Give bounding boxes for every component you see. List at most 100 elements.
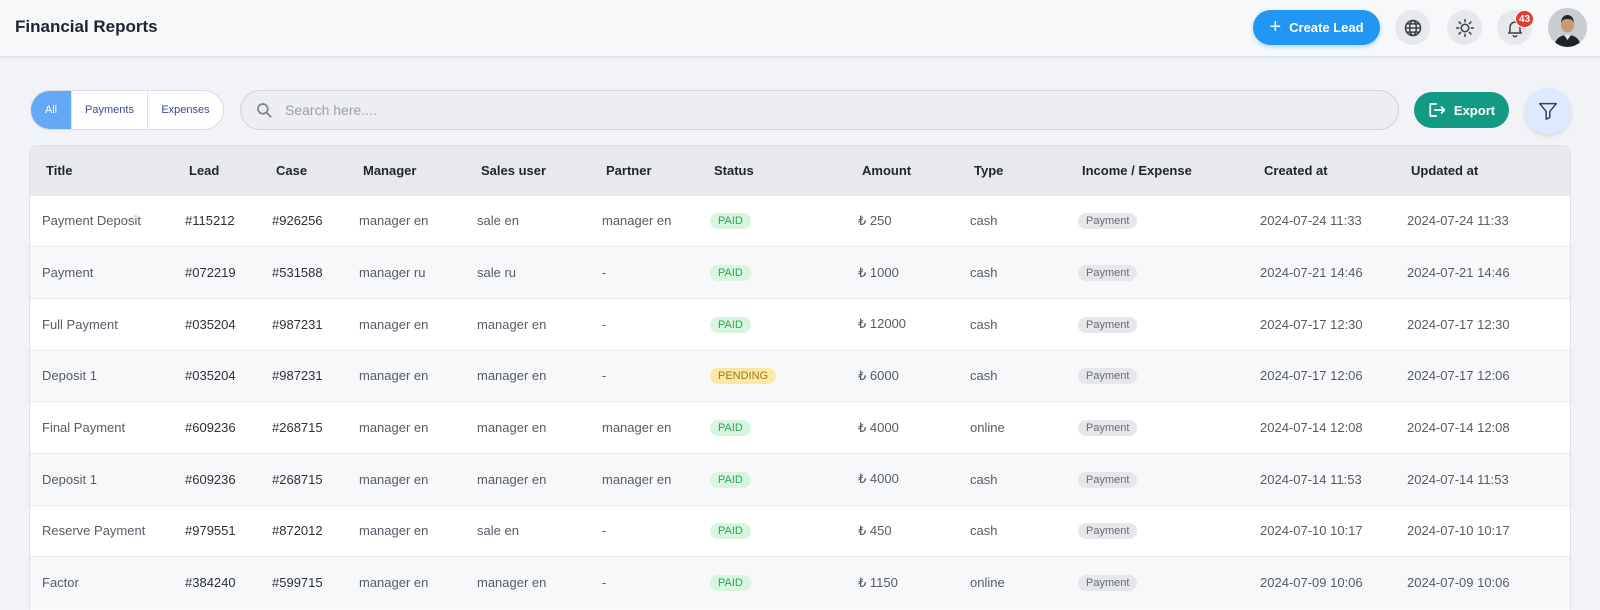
table-row[interactable]: Payment #072219 #531588 manager ru sale ru - P… bbox=[30, 246, 1570, 299]
cell-partner: - bbox=[590, 246, 698, 299]
segment-all[interactable]: All bbox=[31, 91, 71, 129]
language-button[interactable] bbox=[1395, 10, 1430, 45]
cell-created-at: 2024-07-10 10:17 bbox=[1248, 504, 1395, 557]
user-avatar[interactable] bbox=[1548, 8, 1587, 47]
cell-updated-at: 2024-07-24 11:33 bbox=[1395, 194, 1570, 247]
table-row[interactable]: Full Payment #035204 #987231 manager en mana… bbox=[30, 297, 1570, 351]
table-cell: Payment bbox=[1066, 246, 1248, 299]
table-row[interactable]: Final Payment #609236 #268715 manager en man… bbox=[30, 401, 1570, 454]
page-title: Financial Reports bbox=[15, 17, 158, 36]
cell-title: Payment bbox=[30, 246, 173, 299]
cell-updated-at: 2024-07-14 12:08 bbox=[1395, 401, 1570, 454]
table-cell: PENDING bbox=[698, 349, 846, 402]
column-header-amount[interactable]: Amount bbox=[846, 146, 958, 195]
cell-amount: ₺ 6000 bbox=[846, 349, 958, 402]
table-cell: PAID bbox=[698, 401, 846, 454]
theme-toggle-button[interactable] bbox=[1447, 10, 1482, 45]
cell-case: #926256 bbox=[260, 194, 347, 247]
table-cell: Payment bbox=[1066, 452, 1248, 506]
table-row[interactable]: Deposit 1 #609236 #268715 manager en manager… bbox=[30, 452, 1570, 506]
cell-sales-user: manager en bbox=[465, 452, 590, 506]
column-header-created-at[interactable]: Created at bbox=[1248, 146, 1395, 195]
cell-lead: #609236 bbox=[173, 401, 260, 454]
create-lead-button[interactable]: + Create Lead bbox=[1253, 10, 1380, 45]
cell-updated-at: 2024-07-17 12:30 bbox=[1395, 297, 1570, 351]
status-badge: PAID bbox=[710, 213, 751, 230]
cell-amount: ₺ 4000 bbox=[846, 452, 958, 506]
cell-title: Deposit 1 bbox=[30, 452, 173, 506]
cell-sales-user: manager en bbox=[465, 556, 590, 609]
cell-amount: ₺ 450 bbox=[846, 504, 958, 557]
column-header-case[interactable]: Case bbox=[260, 146, 347, 195]
income-expense-badge: Payment bbox=[1078, 265, 1138, 282]
table-cell: PAID bbox=[698, 504, 846, 557]
export-button[interactable]: Export bbox=[1414, 92, 1509, 128]
table-row[interactable]: Deposit 1 #035204 #987231 manager en manager… bbox=[30, 349, 1570, 402]
table-cell: PAID bbox=[698, 246, 846, 299]
cell-sales-user: sale en bbox=[465, 194, 590, 247]
cell-created-at: 2024-07-14 12:08 bbox=[1248, 401, 1395, 454]
column-header-manager[interactable]: Manager bbox=[347, 146, 465, 195]
cell-amount: ₺ 4000 bbox=[846, 401, 958, 454]
cell-lead: #072219 bbox=[173, 246, 260, 299]
table-cell: Payment bbox=[1066, 297, 1248, 351]
cell-lead: #115212 bbox=[173, 194, 260, 247]
cell-partner: - bbox=[590, 297, 698, 351]
cell-lead: #979551 bbox=[173, 504, 260, 557]
column-header-sales-user[interactable]: Sales user bbox=[465, 146, 590, 195]
column-header-status[interactable]: Status bbox=[698, 146, 846, 195]
table-row[interactable]: Factor #384240 #599715 manager en manager en… bbox=[30, 556, 1570, 609]
cell-created-at: 2024-07-17 12:30 bbox=[1248, 297, 1395, 351]
cell-lead: #609236 bbox=[173, 452, 260, 506]
create-lead-label: Create Lead bbox=[1289, 20, 1364, 35]
income-expense-badge: Payment bbox=[1078, 471, 1138, 488]
cell-created-at: 2024-07-21 14:46 bbox=[1248, 246, 1395, 299]
cell-updated-at: 2024-07-09 10:06 bbox=[1395, 556, 1570, 609]
cell-type: online bbox=[958, 556, 1066, 609]
plus-icon: + bbox=[1269, 15, 1282, 38]
column-header-lead[interactable]: Lead bbox=[173, 146, 260, 195]
column-header-income-expense[interactable]: Income / Expense bbox=[1066, 146, 1248, 195]
cell-amount: ₺ 12000 bbox=[846, 297, 958, 351]
globe-icon bbox=[1404, 19, 1421, 36]
cell-manager: manager en bbox=[347, 297, 465, 351]
cell-partner: manager en bbox=[590, 452, 698, 506]
cell-manager: manager en bbox=[347, 452, 465, 506]
search-box bbox=[240, 90, 1399, 130]
column-header-title[interactable]: Title bbox=[30, 146, 173, 195]
segment-payments[interactable]: Payments bbox=[71, 91, 147, 129]
export-icon bbox=[1429, 103, 1446, 117]
income-expense-badge: Payment bbox=[1078, 368, 1138, 385]
table-cell: Payment bbox=[1066, 349, 1248, 402]
table-cell: PAID bbox=[698, 194, 846, 247]
cell-type: cash bbox=[958, 349, 1066, 402]
income-expense-badge: Payment bbox=[1078, 213, 1138, 230]
table-row[interactable]: Reserve Payment #979551 #872012 manager en s… bbox=[30, 504, 1570, 557]
filter-button[interactable] bbox=[1525, 88, 1571, 134]
cell-case: #872012 bbox=[260, 504, 347, 557]
cell-manager: manager en bbox=[347, 504, 465, 557]
status-badge: PAID bbox=[710, 420, 751, 437]
search-input[interactable] bbox=[285, 102, 1285, 118]
cell-type: cash bbox=[958, 504, 1066, 557]
segment-expenses[interactable]: Expenses bbox=[147, 91, 223, 129]
column-header-updated-at[interactable]: Updated at bbox=[1395, 146, 1570, 195]
cell-amount: ₺ 1150 bbox=[846, 556, 958, 609]
column-header-partner[interactable]: Partner bbox=[590, 146, 698, 195]
cell-case: #268715 bbox=[260, 401, 347, 454]
income-expense-badge: Payment bbox=[1078, 575, 1138, 592]
column-header-type[interactable]: Type bbox=[958, 146, 1066, 195]
cell-partner: - bbox=[590, 349, 698, 402]
cell-title: Reserve Payment bbox=[30, 504, 173, 557]
cell-manager: manager en bbox=[347, 349, 465, 402]
cell-type: cash bbox=[958, 297, 1066, 351]
cell-case: #987231 bbox=[260, 349, 347, 402]
cell-type: cash bbox=[958, 194, 1066, 247]
cell-sales-user: manager en bbox=[465, 349, 590, 402]
cell-sales-user: manager en bbox=[465, 297, 590, 351]
income-expense-badge: Payment bbox=[1078, 316, 1138, 333]
export-label: Export bbox=[1453, 102, 1496, 118]
notification-count-badge: 43 bbox=[1515, 10, 1535, 28]
income-expense-badge: Payment bbox=[1078, 420, 1138, 437]
table-row[interactable]: Payment Deposit #115212 #926256 manager en s… bbox=[30, 194, 1570, 247]
